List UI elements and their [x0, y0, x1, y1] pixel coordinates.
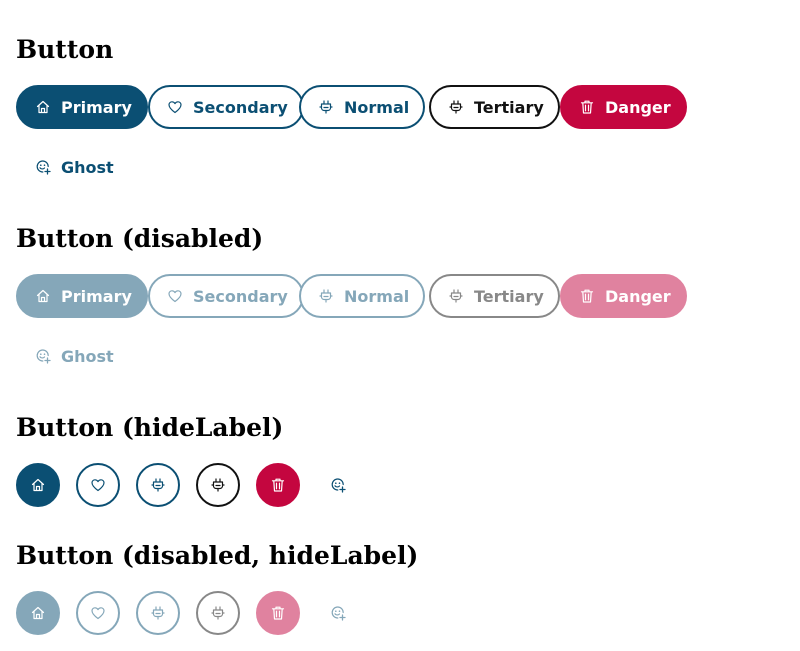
- danger-button[interactable]: Danger: [560, 85, 687, 129]
- danger-icon-button[interactable]: [256, 463, 300, 507]
- home-icon: [35, 288, 51, 304]
- secondary-button-label: Secondary: [193, 97, 288, 117]
- add-emoji-icon: [35, 159, 51, 175]
- normal-icon-button-disabled: [136, 591, 180, 635]
- plug-icon: [210, 605, 226, 621]
- tertiary-button-disabled: Tertiary: [429, 274, 560, 318]
- danger-icon-button-disabled: [256, 591, 300, 635]
- add-emoji-icon: [35, 348, 51, 364]
- primary-icon-button[interactable]: [16, 463, 60, 507]
- home-icon: [30, 605, 46, 621]
- add-emoji-icon: [330, 605, 346, 621]
- secondary-button-label: Secondary: [193, 286, 288, 306]
- section-title-button-disabled: Button (disabled): [16, 224, 264, 253]
- trash-icon: [579, 288, 595, 304]
- primary-button-disabled: Primary: [16, 274, 148, 318]
- normal-button-disabled: Normal: [299, 274, 426, 318]
- normal-button-label: Normal: [344, 97, 410, 117]
- secondary-button-disabled: Secondary: [148, 274, 304, 318]
- primary-button-label: Primary: [61, 97, 132, 117]
- normal-button[interactable]: Normal: [299, 85, 426, 129]
- heart-icon: [90, 477, 106, 493]
- home-icon: [30, 477, 46, 493]
- ghost-button-disabled: Ghost: [16, 334, 130, 378]
- heart-icon: [167, 288, 183, 304]
- tertiary-button-label: Tertiary: [474, 286, 544, 306]
- plug-icon: [318, 288, 334, 304]
- normal-button-label: Normal: [344, 286, 410, 306]
- ghost-button[interactable]: Ghost: [16, 145, 130, 189]
- tertiary-icon-button-disabled: [196, 591, 240, 635]
- trash-icon: [579, 99, 595, 115]
- danger-button-label: Danger: [605, 286, 671, 306]
- ghost-icon-button-disabled: [316, 591, 360, 635]
- primary-button-label: Primary: [61, 286, 132, 306]
- tertiary-button-label: Tertiary: [474, 97, 544, 117]
- plug-icon: [318, 99, 334, 115]
- secondary-icon-button-disabled: [76, 591, 120, 635]
- plug-icon: [448, 288, 464, 304]
- plug-icon: [150, 477, 166, 493]
- section-title-button-disabled-hidelabel: Button (disabled, hideLabel): [16, 541, 419, 570]
- danger-button-label: Danger: [605, 97, 671, 117]
- danger-button-disabled: Danger: [560, 274, 687, 318]
- ghost-icon-button[interactable]: [316, 463, 360, 507]
- plug-icon: [150, 605, 166, 621]
- ghost-button-label: Ghost: [61, 157, 114, 177]
- heart-icon: [167, 99, 183, 115]
- add-emoji-icon: [330, 477, 346, 493]
- plug-icon: [210, 477, 226, 493]
- primary-button[interactable]: Primary: [16, 85, 148, 129]
- normal-icon-button[interactable]: [136, 463, 180, 507]
- tertiary-icon-button[interactable]: [196, 463, 240, 507]
- section-title-button: Button: [16, 35, 114, 64]
- secondary-icon-button[interactable]: [76, 463, 120, 507]
- secondary-button[interactable]: Secondary: [148, 85, 304, 129]
- ghost-button-label: Ghost: [61, 346, 114, 366]
- tertiary-button[interactable]: Tertiary: [429, 85, 560, 129]
- trash-icon: [270, 605, 286, 621]
- home-icon: [35, 99, 51, 115]
- primary-icon-button-disabled: [16, 591, 60, 635]
- trash-icon: [270, 477, 286, 493]
- section-title-button-hidelabel: Button (hideLabel): [16, 413, 284, 442]
- plug-icon: [448, 99, 464, 115]
- heart-icon: [90, 605, 106, 621]
